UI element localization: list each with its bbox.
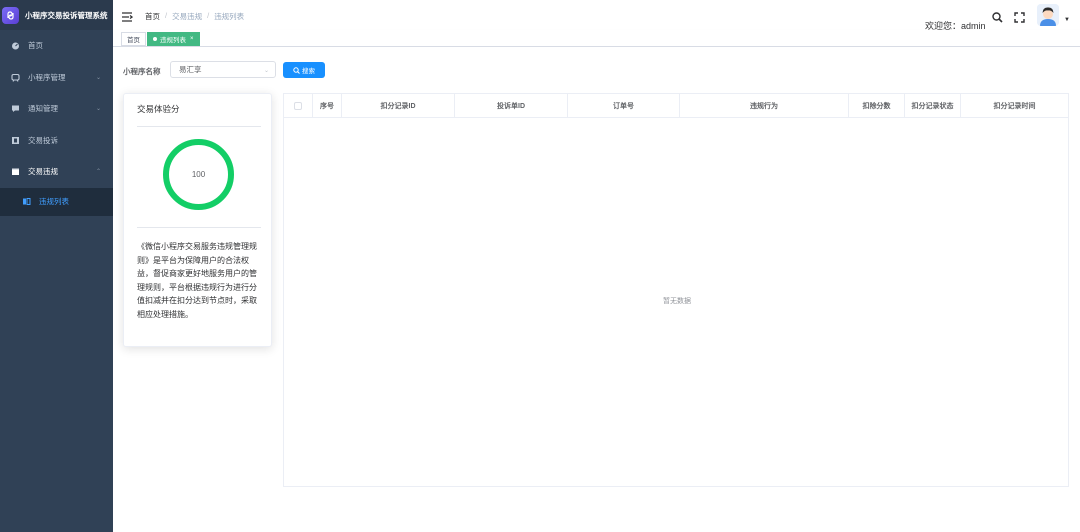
sidebar-subitem-label: 违规列表 [39, 197, 69, 206]
sidebar-subitem-violation-list[interactable]: 违规列表 [0, 187, 113, 216]
sidebar: 小程序交易投诉管理系统 首页 小程序管理 ⌄ 通知管理 ⌄ 交易投诉 交易违规 … [0, 0, 113, 532]
column-header: 违规行为 [680, 94, 849, 117]
divider [137, 126, 261, 127]
breadcrumb: 首页 / 交易违规 / 违规列表 [145, 11, 244, 22]
score-value: 100 [191, 170, 206, 179]
miniapp-name-label: 小程序名称 [123, 67, 161, 76]
main-content: 小程序名称 易汇享 ⌄ 搜索 交易体验分 100 《微信小程序交易服务违规管理规… [113, 47, 1080, 532]
score-card: 交易体验分 100 《微信小程序交易服务违规管理规则》是平台为保障用户的合法权益… [123, 93, 272, 347]
select-all-cell [284, 94, 313, 117]
table-header: 序号 扣分记录ID 投诉单ID 订单号 违规行为 扣除分数 扣分记录状态 扣分记… [284, 94, 1068, 118]
column-header: 序号 [313, 94, 342, 117]
app-title: 小程序交易投诉管理系统 [25, 10, 108, 20]
column-header: 扣分记录ID [342, 94, 455, 117]
tag-label: 违规列表 [160, 37, 186, 44]
violation-icon [11, 167, 20, 176]
breadcrumb-item-violation: 交易违规 [172, 12, 203, 21]
chevron-up-icon: ⌃ [95, 169, 101, 175]
breadcrumb-separator: / [207, 11, 210, 20]
hamburger-icon[interactable] [122, 9, 134, 27]
sidebar-item-home[interactable]: 首页 [0, 30, 113, 62]
search-button-label: 搜索 [302, 68, 315, 75]
miniapp-icon [11, 73, 20, 82]
tag-violation-list[interactable]: 违规列表 × [147, 32, 200, 46]
active-dot-icon [153, 37, 157, 41]
avatar[interactable] [1037, 4, 1059, 26]
column-header: 扣除分数 [849, 94, 905, 117]
miniapp-select-value: 易汇享 [179, 65, 202, 74]
column-header: 扣分记录状态 [905, 94, 961, 117]
chevron-down-icon: ⌄ [263, 68, 269, 74]
miniapp-select[interactable]: 易汇享 ⌄ [170, 61, 276, 78]
breadcrumb-item-home[interactable]: 首页 [145, 11, 160, 22]
tag-label: 首页 [127, 37, 140, 44]
list-icon [22, 197, 31, 206]
search-button[interactable]: 搜索 [283, 62, 325, 78]
column-header: 投诉单ID [455, 94, 568, 117]
violation-table: 序号 扣分记录ID 投诉单ID 订单号 违规行为 扣除分数 扣分记录状态 扣分记… [283, 93, 1069, 487]
message-icon [11, 104, 20, 113]
sidebar-item-label: 小程序管理 [28, 72, 66, 82]
sidebar-item-notify[interactable]: 通知管理 ⌄ [0, 93, 113, 125]
sidebar-item-label: 交易违规 [28, 167, 58, 177]
fullscreen-icon[interactable] [1014, 10, 1025, 28]
tag-home[interactable]: 首页 [121, 32, 146, 46]
score-card-description: 《微信小程序交易服务违规管理规则》是平台为保障用户的合法权益，督促商家更好地服务… [137, 242, 257, 319]
logo-bar: 小程序交易投诉管理系统 [0, 0, 113, 30]
complaint-icon [11, 136, 20, 145]
sidebar-menu: 首页 小程序管理 ⌄ 通知管理 ⌄ 交易投诉 交易违规 ⌃ 违规列表 [0, 30, 113, 216]
logo-icon [2, 6, 19, 24]
close-icon[interactable]: × [190, 36, 194, 42]
breadcrumb-separator: / [165, 11, 168, 20]
column-header: 扣分记录时间 [993, 102, 1036, 110]
select-all-checkbox[interactable] [294, 101, 302, 110]
top-navbar: 首页 / 交易违规 / 违规列表 欢迎您：admin ▼ [113, 0, 1080, 31]
divider [137, 227, 261, 228]
sidebar-item-label: 首页 [28, 41, 43, 51]
empty-state-text: 暂无数据 [663, 298, 691, 305]
dashboard-icon [11, 41, 20, 50]
chevron-down-icon: ⌄ [95, 106, 101, 112]
column-header: 订单号 [568, 94, 680, 117]
sidebar-item-label: 交易投诉 [28, 135, 58, 145]
search-icon[interactable] [992, 10, 1003, 28]
sidebar-item-label: 通知管理 [28, 104, 58, 114]
search-icon [293, 66, 300, 74]
sidebar-item-miniapp[interactable]: 小程序管理 ⌄ [0, 62, 113, 94]
breadcrumb-item-current: 违规列表 [214, 12, 245, 21]
sidebar-item-complaint[interactable]: 交易投诉 [0, 125, 113, 157]
sidebar-item-violation[interactable]: 交易违规 ⌃ [0, 156, 113, 188]
caret-down-icon[interactable]: ▼ [1064, 17, 1070, 23]
tags-view: 首页 违规列表 × [113, 30, 1080, 47]
score-gauge: 100 [163, 139, 234, 210]
score-card-title: 交易体验分 [137, 104, 180, 114]
chevron-down-icon: ⌄ [95, 74, 101, 81]
